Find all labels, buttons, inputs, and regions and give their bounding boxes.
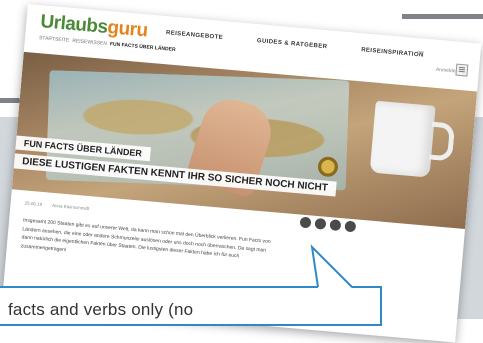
callout-pointer — [310, 244, 353, 288]
callout-text: facts and verbs only (no — [8, 300, 194, 319]
